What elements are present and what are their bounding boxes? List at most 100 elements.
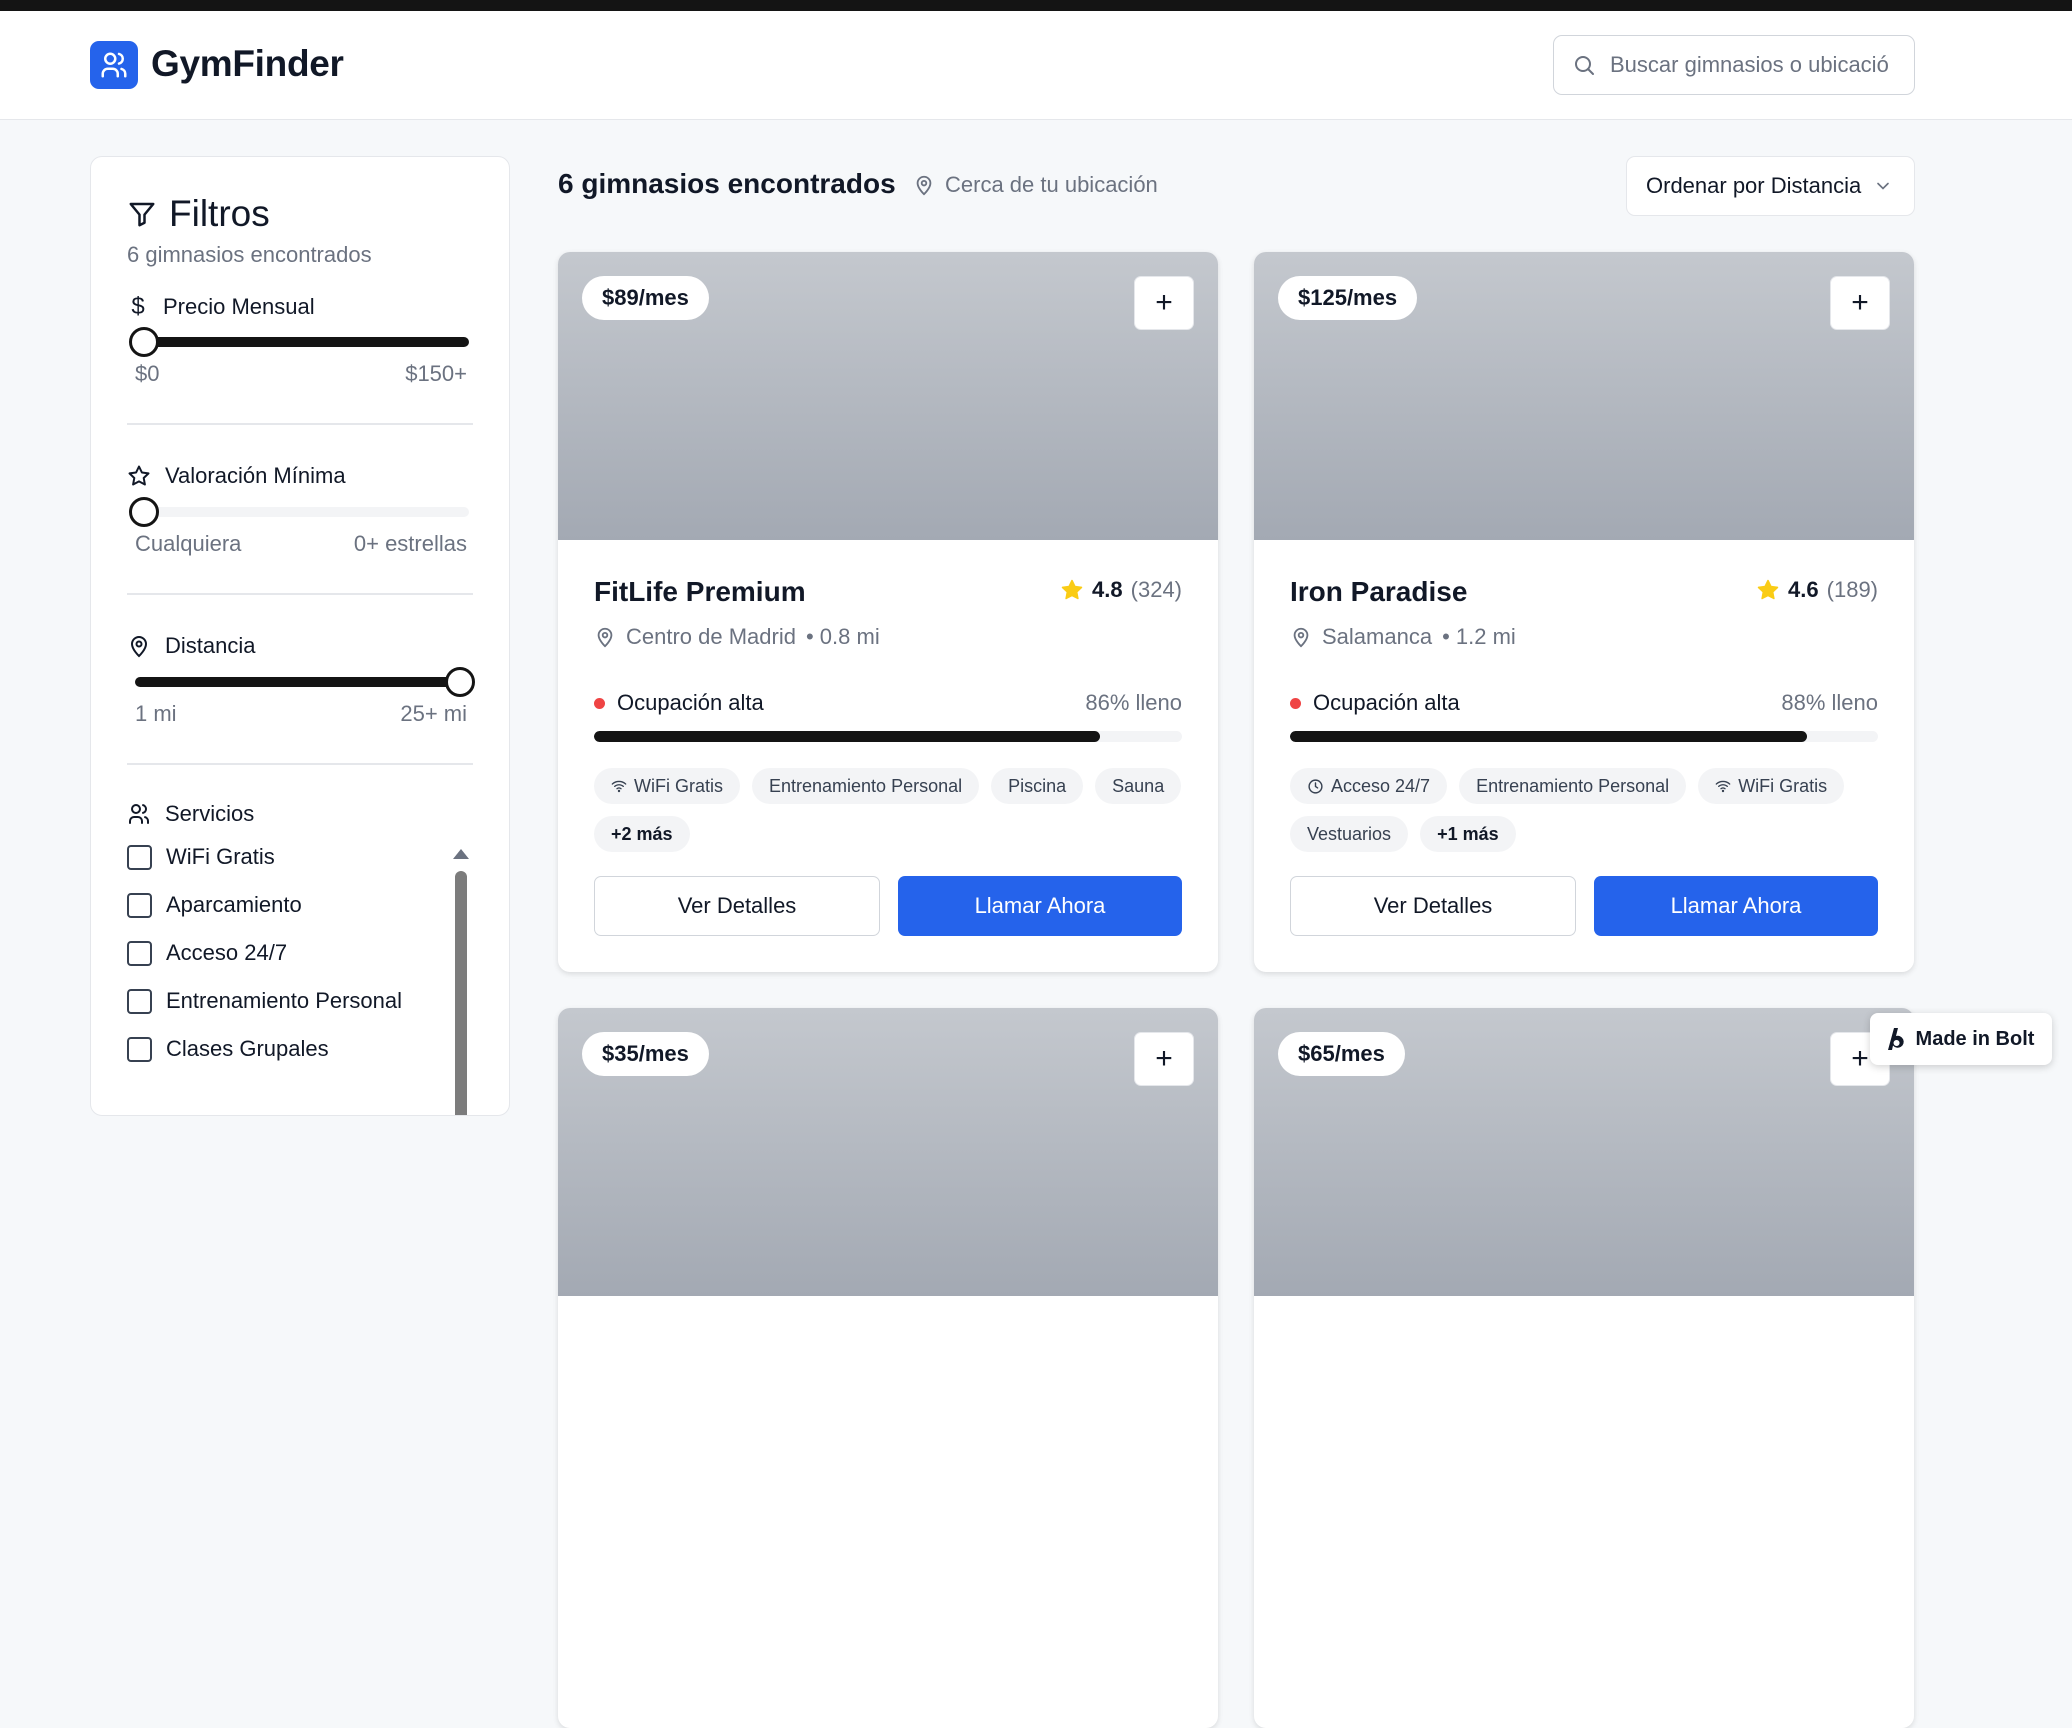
- price-filter-label: $ Precio Mensual: [127, 293, 315, 321]
- gym-distance: • 0.8 mi: [805, 624, 880, 649]
- service-checkbox-personal-training[interactable]: Entrenamiento Personal: [127, 988, 402, 1014]
- service-checkbox-wifi[interactable]: WiFi Gratis: [127, 844, 275, 870]
- rating-slider[interactable]: [129, 497, 469, 527]
- filter-icon: [129, 202, 155, 227]
- amenity-tags: WiFi Gratis Entrenamiento Personal Piscina…: [594, 768, 1194, 852]
- map-pin-icon: [916, 175, 932, 196]
- rating-min: Cualquiera: [135, 531, 242, 556]
- amenity-tags: Acceso 24/7 Entrenamiento Personal WiFi Gr…: [1290, 768, 1890, 852]
- app-name: GymFinder: [151, 43, 344, 84]
- gym-name: Iron Paradise: [1290, 576, 1468, 607]
- rating-value: 4.8: [1092, 577, 1123, 602]
- divider: [127, 763, 473, 765]
- amenity-label: WiFi Gratis: [1738, 775, 1828, 796]
- checkbox[interactable]: [127, 1036, 152, 1062]
- filters-title-text: Filtros: [169, 193, 270, 234]
- amenity-tag: Entrenamiento Personal: [752, 768, 980, 804]
- checkbox[interactable]: [127, 892, 152, 918]
- checkbox[interactable]: [127, 844, 152, 870]
- services-label-text: Servicios: [165, 801, 255, 826]
- price-slider[interactable]: [129, 327, 469, 357]
- rating-value: 4.6: [1788, 577, 1819, 602]
- price-badge: $35/mes: [582, 1032, 709, 1076]
- rating-slider-thumb[interactable]: [129, 497, 159, 527]
- more-amenities-tag[interactable]: +2 más: [594, 816, 690, 852]
- checkbox[interactable]: [127, 940, 152, 966]
- add-compare-button[interactable]: +: [1830, 276, 1890, 330]
- search-icon: [1575, 56, 1594, 75]
- rating-label-text: Valoración Mínima: [165, 463, 346, 488]
- gym-distance: • 1.2 mi: [1442, 624, 1516, 649]
- users-icon: [129, 804, 149, 824]
- amenity-tag: Sauna: [1095, 768, 1182, 804]
- gym-card: $89/mes + FitLife Premium 4.8 (324) Cent…: [558, 252, 1218, 972]
- search-box[interactable]: [1553, 35, 1915, 95]
- app-header: GymFinder: [0, 11, 2072, 120]
- occupancy-label: Ocupación alta: [617, 690, 764, 715]
- service-label: Clases Grupales: [166, 1036, 329, 1061]
- review-count: (189): [1826, 577, 1878, 602]
- distance-slider[interactable]: [135, 667, 475, 697]
- service-label: WiFi Gratis: [166, 844, 275, 869]
- service-label: Entrenamiento Personal: [166, 988, 403, 1013]
- amenity-tag: WiFi Gratis: [1698, 768, 1845, 804]
- scrollbar-thumb[interactable]: [455, 871, 467, 1115]
- service-checkbox-24-7[interactable]: Acceso 24/7: [127, 940, 287, 966]
- search-input[interactable]: [1610, 52, 1890, 78]
- gym-name: FitLife Premium: [594, 576, 806, 607]
- distance-slider-thumb[interactable]: [445, 667, 475, 697]
- results-count: 6 gimnasios encontrados: [558, 168, 896, 199]
- sort-select[interactable]: Ordenar por Distancia: [1626, 156, 1915, 216]
- divider: [127, 593, 473, 595]
- made-in-bolt-badge[interactable]: Made in Bolt: [1870, 1013, 2052, 1065]
- divider: [127, 423, 473, 425]
- location-text: Cerca de tu ubicación: [945, 172, 1158, 197]
- gym-location: Centro de Madrid • 0.8 mi: [594, 624, 880, 650]
- service-checkbox-parking[interactable]: Aparcamiento: [127, 892, 302, 918]
- service-checkbox-group-classes[interactable]: Clases Grupales: [127, 1036, 329, 1062]
- location-hint: Cerca de tu ubicación: [913, 172, 1158, 198]
- amenity-tag: Vestuarios: [1290, 816, 1409, 852]
- distance-label-text: Distancia: [165, 633, 256, 658]
- price-slider-thumb[interactable]: [129, 327, 159, 357]
- price-label-text: Precio Mensual: [163, 294, 315, 319]
- occupancy-bar: [594, 731, 1182, 742]
- gym-card: $65/mes +: [1254, 1008, 1914, 1728]
- price-badge: $89/mes: [582, 276, 709, 320]
- star-icon: [1061, 579, 1083, 600]
- more-amenities-tag[interactable]: +1 más: [1420, 816, 1516, 852]
- occupancy-row: Ocupación alta 88% lleno: [1290, 690, 1878, 716]
- gym-location: Salamanca • 1.2 mi: [1290, 624, 1516, 650]
- distance-min: 1 mi: [135, 701, 177, 726]
- gym-area: Centro de Madrid: [626, 624, 796, 649]
- occupancy-fill: [594, 731, 1100, 742]
- filters-title: Filtros: [127, 193, 270, 235]
- distance-max: 25+ mi: [400, 701, 467, 726]
- scroll-up-arrow[interactable]: [453, 849, 469, 859]
- star-icon: [1757, 579, 1779, 600]
- view-details-button[interactable]: Ver Detalles: [1290, 876, 1576, 936]
- occupancy-bar: [1290, 731, 1878, 742]
- map-pin-icon: [130, 636, 148, 658]
- gym-rating: 4.8 (324): [1060, 577, 1182, 603]
- add-compare-button[interactable]: +: [1134, 276, 1194, 330]
- logo[interactable]: [90, 41, 138, 89]
- dollar-icon: $: [131, 293, 145, 320]
- occupancy-percent: 88% lleno: [1781, 690, 1878, 715]
- occupancy-row: Ocupación alta 86% lleno: [594, 690, 1182, 716]
- view-details-button[interactable]: Ver Detalles: [594, 876, 880, 936]
- amenity-label: WiFi Gratis: [634, 775, 723, 796]
- price-badge: $65/mes: [1278, 1032, 1405, 1076]
- service-label: Aparcamiento: [166, 892, 302, 917]
- gym-area: Salamanca: [1322, 624, 1433, 649]
- checkbox[interactable]: [127, 988, 152, 1014]
- amenity-label: Piscina: [1008, 775, 1067, 796]
- occupancy-percent: 86% lleno: [1085, 690, 1182, 715]
- add-compare-button[interactable]: +: [1134, 1032, 1194, 1086]
- call-now-button[interactable]: Llamar Ahora: [1594, 876, 1878, 936]
- bolt-logo-icon: [1887, 1028, 1904, 1050]
- status-dot: [1290, 697, 1301, 709]
- filters-count: 6 gimnasios encontrados: [127, 242, 372, 267]
- call-now-button[interactable]: Llamar Ahora: [898, 876, 1182, 936]
- clock-icon: [1307, 778, 1324, 795]
